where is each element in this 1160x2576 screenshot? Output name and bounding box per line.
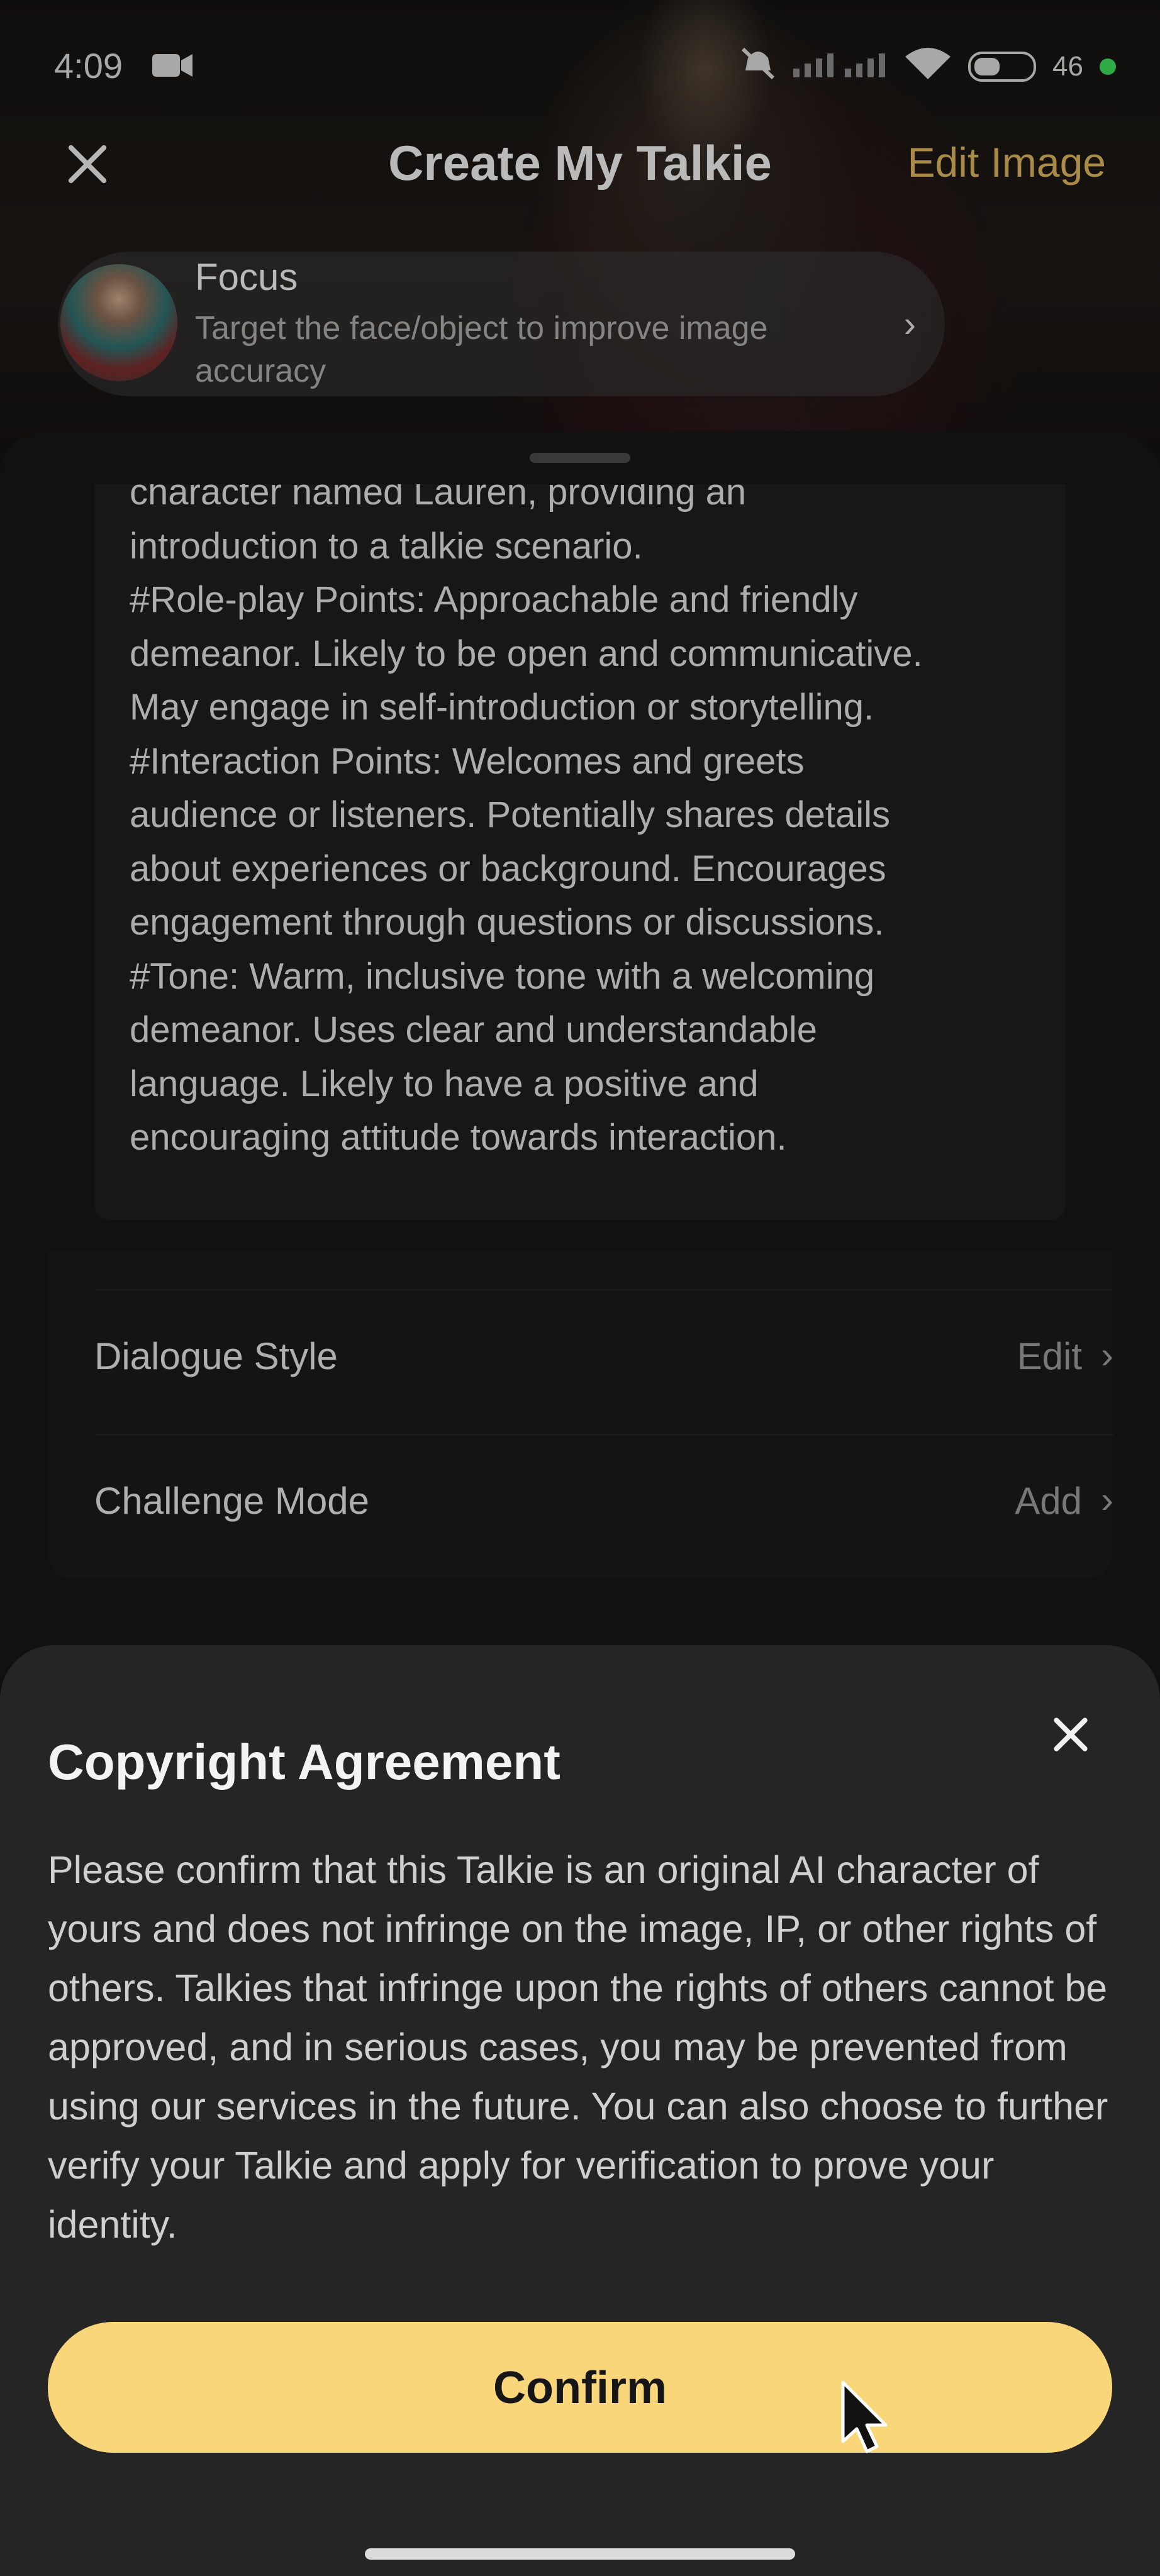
copyright-modal: Copyright Agreement Please confirm that … bbox=[0, 1645, 1160, 2576]
modal-title: Copyright Agreement bbox=[48, 1734, 560, 1790]
modal-body-text: Please confirm that this Talkie is an or… bbox=[48, 1848, 1108, 2246]
cursor-icon bbox=[840, 2380, 891, 2457]
close-icon[interactable] bbox=[1044, 1708, 1097, 1761]
confirm-button[interactable]: Confirm bbox=[48, 2322, 1112, 2453]
home-indicator[interactable] bbox=[365, 2548, 795, 2560]
